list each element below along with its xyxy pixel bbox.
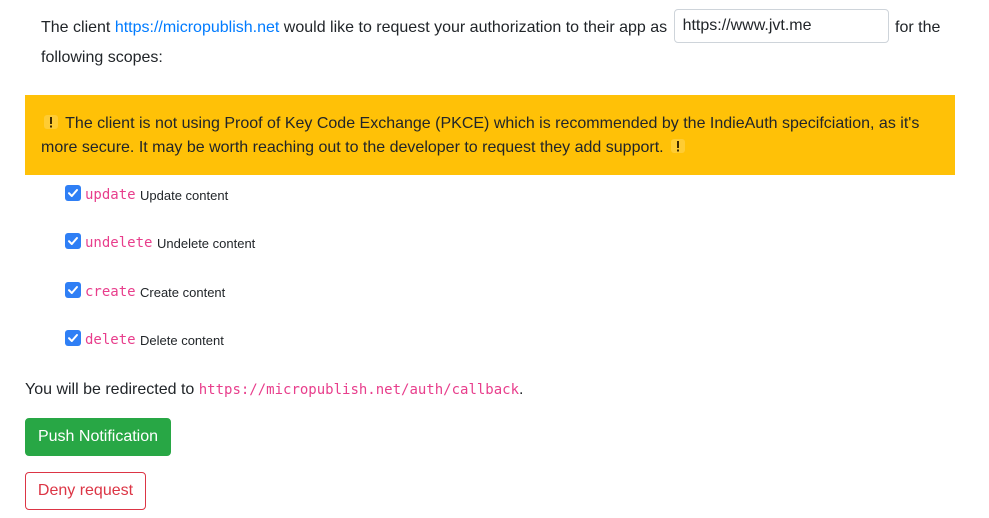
redirect-text: You will be redirected to: [25, 381, 199, 398]
warning-icon: [670, 138, 686, 154]
deny-request-button[interactable]: Deny request: [25, 472, 146, 510]
scope-checkbox-create[interactable]: [65, 282, 81, 298]
client-link[interactable]: https://micropublish.net: [115, 19, 280, 36]
scope-description: Undelete content: [157, 236, 256, 251]
scope-name: undelete: [85, 235, 153, 251]
authorization-intro: The client https://micropublish.net woul…: [41, 9, 951, 72]
scope-checkbox-undelete[interactable]: [65, 233, 81, 249]
alert-message: The client is not using Proof of Key Cod…: [41, 115, 920, 156]
scope-name: update: [85, 187, 136, 203]
redirect-suffix: .: [519, 381, 524, 398]
scope-name: delete: [85, 332, 136, 348]
scope-checkbox-update[interactable]: [65, 185, 81, 201]
scope-description: Create content: [140, 285, 226, 300]
intro-text-middle: would like to request your authorization…: [279, 19, 672, 37]
scope-description: Delete content: [140, 333, 224, 348]
scope-checkbox-delete[interactable]: [65, 330, 81, 346]
redirect-notice: You will be redirected to https://microp…: [25, 379, 523, 401]
redirect-url: https://micropublish.net/auth/callback: [198, 382, 520, 398]
authorization-page: The client https://micropublish.net woul…: [0, 0, 989, 518]
scope-name: create: [85, 284, 136, 300]
me-url-input[interactable]: [673, 9, 889, 43]
intro-text-before: The client: [41, 19, 115, 37]
push-notification-button[interactable]: Push Notification: [25, 418, 171, 456]
scope-description: Update content: [140, 188, 229, 203]
warning-icon: [43, 114, 59, 130]
pkce-warning-alert: The client is not using Proof of Key Cod…: [25, 95, 955, 175]
